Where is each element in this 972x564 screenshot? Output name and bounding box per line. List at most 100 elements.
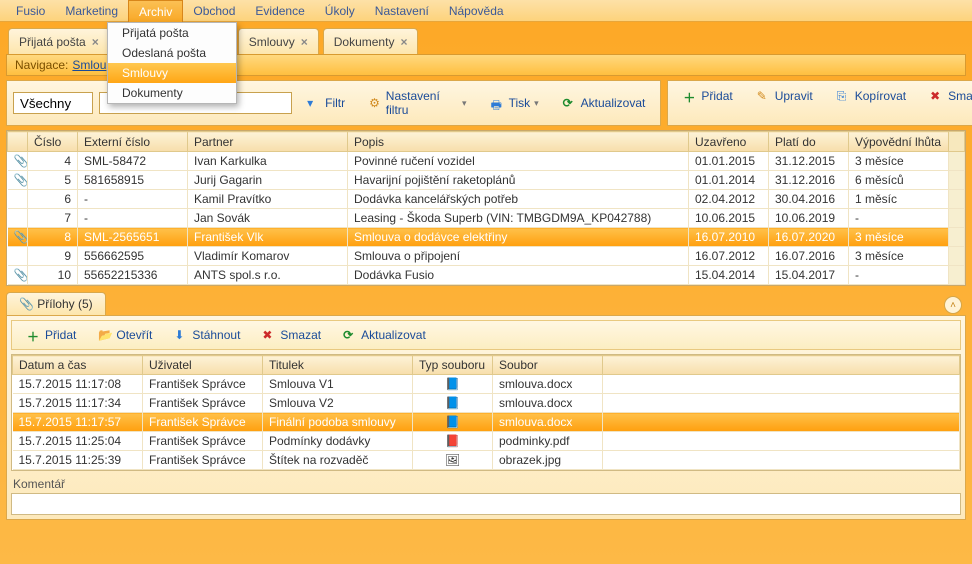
download-icon	[174, 328, 188, 342]
plus-icon	[683, 89, 697, 103]
table-row[interactable]: 15.7.2015 11:17:57František SprávceFinál…	[13, 413, 960, 432]
funnel-icon	[307, 96, 321, 110]
filter-settings-button[interactable]: Nastavení filtru	[360, 85, 475, 121]
att-col-datum[interactable]: Datum a čas	[13, 356, 143, 375]
cell-popis: Dodávka kancelářských potřeb	[348, 190, 689, 209]
breadcrumb-label: Navigace:	[15, 58, 68, 72]
col-uzavreno[interactable]: Uzavřeno	[689, 132, 769, 152]
print-button[interactable]: Tisk	[482, 92, 548, 114]
menu-nastaveni[interactable]: Nastavení	[365, 0, 439, 22]
menu-dropdown: Přijatá pošta Odeslaná pošta Smlouvy Dok…	[107, 22, 237, 104]
menu-napoveda[interactable]: Nápověda	[439, 0, 514, 22]
comment-input[interactable]	[11, 493, 961, 515]
menu-fusio[interactable]: Fusio	[6, 0, 55, 22]
filter-button[interactable]: Filtr	[298, 92, 354, 114]
att-col-typ[interactable]: Typ souboru	[413, 356, 493, 375]
tab-smlouvy[interactable]: Smlouvy ×	[238, 28, 319, 54]
att-col-soubor[interactable]: Soubor	[493, 356, 603, 375]
table-row[interactable]: 9556662595Vladimír KomarovSmlouva o přip…	[8, 247, 965, 266]
att-refresh-button[interactable]: Aktualizovat	[334, 324, 435, 346]
cell-platido: 31.12.2015	[769, 152, 849, 171]
cell-typ: 📘	[413, 394, 493, 413]
col-attach[interactable]	[8, 132, 28, 152]
attachments-tab[interactable]: 📎 Přílohy (5)	[6, 292, 106, 315]
scrollbar-cell[interactable]	[949, 171, 965, 190]
cell-uzavreno: 10.06.2015	[689, 209, 769, 228]
delete-button[interactable]: Smazat	[921, 85, 972, 107]
breadcrumb-link[interactable]: Smlou	[72, 58, 106, 72]
att-download-button[interactable]: Stáhnout	[165, 324, 249, 346]
tab-prijata-posta[interactable]: Přijatá pošta ×	[8, 28, 110, 54]
menu-ukoly[interactable]: Úkoly	[315, 0, 365, 22]
paperclip-icon	[8, 247, 28, 266]
table-row[interactable]: 6-Kamil PravítkoDodávka kancelářských po…	[8, 190, 965, 209]
table-row[interactable]: 15.7.2015 11:25:04František SprávcePodmí…	[13, 432, 960, 451]
cell-uzavreno: 01.01.2015	[689, 152, 769, 171]
col-lhuta[interactable]: Výpovědní lhůta	[849, 132, 949, 152]
menu-marketing[interactable]: Marketing	[55, 0, 128, 22]
cell-cislo: 9	[28, 247, 78, 266]
col-ext[interactable]: Externí číslo	[78, 132, 188, 152]
menu-obchod[interactable]: Obchod	[183, 0, 245, 22]
menu-archiv[interactable]: Archiv	[128, 0, 183, 22]
col-platido[interactable]: Platí do	[769, 132, 849, 152]
table-row[interactable]: 📎4SML-58472Ivan KarkulkaPovinné ručení v…	[8, 152, 965, 171]
att-delete-button[interactable]: Smazat	[253, 324, 330, 346]
close-icon[interactable]: ×	[92, 35, 99, 49]
refresh-button[interactable]: Aktualizovat	[554, 92, 655, 114]
scrollbar-cell[interactable]	[949, 190, 965, 209]
table-row[interactable]: 15.7.2015 11:25:39František SprávceŠtíte…	[13, 451, 960, 470]
delete-icon	[262, 328, 276, 342]
dropdown-odeslana-posta[interactable]: Odeslaná pošta	[108, 43, 236, 63]
pencil-icon	[757, 89, 771, 103]
scope-select[interactable]	[13, 92, 93, 114]
cell-partner: Kamil Pravítko	[188, 190, 348, 209]
close-icon[interactable]: ×	[301, 35, 308, 49]
edit-button[interactable]: Upravit	[748, 85, 822, 107]
comment-label: Komentář	[11, 471, 961, 493]
cell-uzavreno: 02.04.2012	[689, 190, 769, 209]
cell-soubor: smlouva.docx	[493, 394, 603, 413]
cell-soubor: smlouva.docx	[493, 375, 603, 394]
cell-uzavreno: 16.07.2012	[689, 247, 769, 266]
scrollbar-cell[interactable]	[949, 266, 965, 285]
scrollbar-cell[interactable]	[949, 228, 965, 247]
tab-dokumenty[interactable]: Dokumenty ×	[323, 28, 419, 54]
cell-typ: 📕	[413, 432, 493, 451]
scrollbar-cell[interactable]	[949, 247, 965, 266]
table-row[interactable]: 15.7.2015 11:17:34František SprávceSmlou…	[13, 394, 960, 413]
cell-typ: 📘	[413, 375, 493, 394]
col-cislo[interactable]: Číslo	[28, 132, 78, 152]
table-row[interactable]: 📎1055652215336ANTS spol.s r.o.Dodávka Fu…	[8, 266, 965, 285]
attachments-grid: Datum a čas Uživatel Titulek Typ souboru…	[11, 354, 961, 471]
cell-datum: 15.7.2015 11:17:57	[13, 413, 143, 432]
copy-button[interactable]: Kopírovat	[828, 85, 915, 107]
tab-label: Dokumenty	[334, 35, 395, 49]
cell-soubor: smlouva.docx	[493, 413, 603, 432]
col-popis[interactable]: Popis	[348, 132, 689, 152]
att-add-button[interactable]: Přidat	[18, 324, 85, 346]
table-row[interactable]: 7-Jan SovákLeasing - Škoda Superb (VIN: …	[8, 209, 965, 228]
dropdown-smlouvy[interactable]: Smlouvy	[108, 63, 236, 83]
att-open-button[interactable]: Otevřít	[89, 324, 161, 346]
att-col-titulek[interactable]: Titulek	[263, 356, 413, 375]
col-partner[interactable]: Partner	[188, 132, 348, 152]
cell-typ: 🖼	[413, 451, 493, 470]
cell-popis: Smlouva o dodávce elektřiny	[348, 228, 689, 247]
dropdown-prijata-posta[interactable]: Přijatá pošta	[108, 23, 236, 43]
collapse-toggle[interactable]: ˄	[944, 296, 962, 314]
dropdown-dokumenty[interactable]: Dokumenty	[108, 83, 236, 103]
menu-evidence[interactable]: Evidence	[245, 0, 314, 22]
scrollbar-cell[interactable]	[949, 209, 965, 228]
close-icon[interactable]: ×	[400, 35, 407, 49]
add-button[interactable]: Přidat	[674, 85, 741, 107]
table-row[interactable]: 15.7.2015 11:17:08František SprávceSmlou…	[13, 375, 960, 394]
table-row[interactable]: 📎8SML-2565651František VlkSmlouva o dodá…	[8, 228, 965, 247]
gear-icon	[369, 96, 382, 110]
cell-platido: 10.06.2019	[769, 209, 849, 228]
scrollbar-cell[interactable]	[949, 152, 965, 171]
table-row[interactable]: 📎5581658915Jurij GagarinHavarijní pojišt…	[8, 171, 965, 190]
scrollbar-head	[949, 132, 965, 152]
att-col-uzivatel[interactable]: Uživatel	[143, 356, 263, 375]
attachments-panel: 📎 Přílohy (5) Přidat Otevřít Stáhnout Sm…	[6, 292, 966, 520]
